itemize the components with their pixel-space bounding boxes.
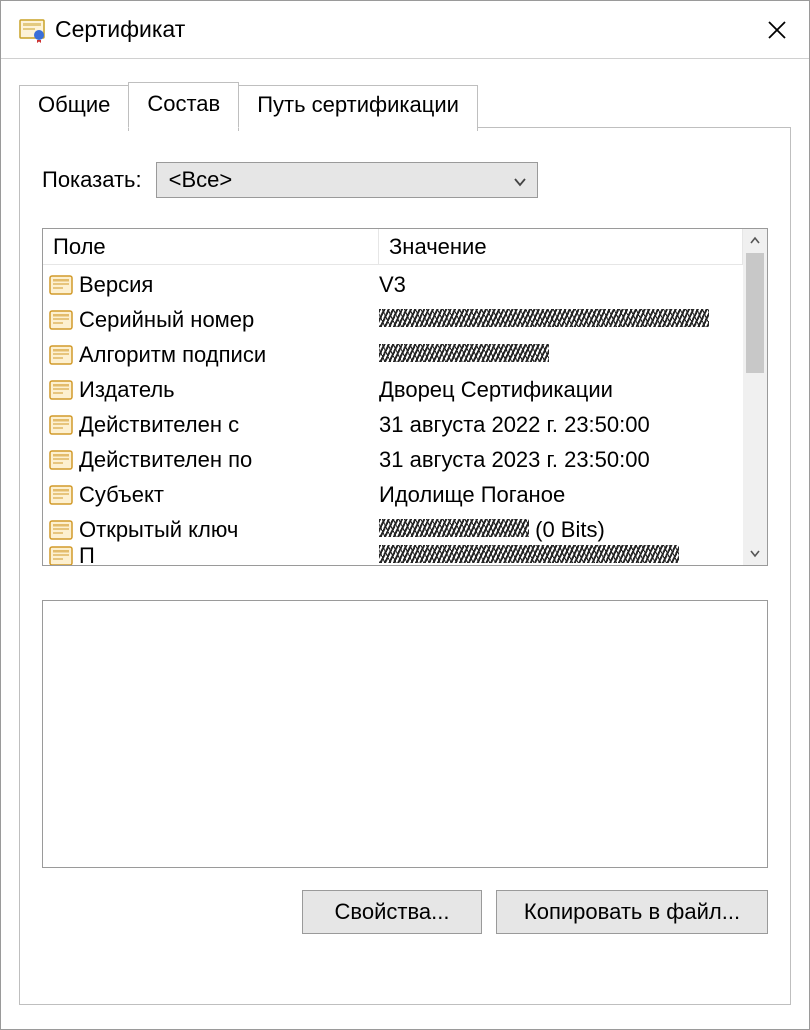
tab-certpath[interactable]: Путь сертификации: [238, 85, 478, 131]
field-icon: [49, 484, 73, 506]
fields-listview: Поле Значение Версия V3 Серийный номер Ал…: [42, 228, 768, 566]
show-filter-row: Показать: <Все>: [42, 162, 768, 198]
field-row[interactable]: Открытый ключ (0 Bits): [43, 512, 743, 547]
field-name-cell: Субъект: [49, 482, 379, 508]
action-buttons: Свойства... Копировать в файл...: [42, 890, 768, 934]
window-title: Сертификат: [55, 16, 749, 43]
redacted-value: [379, 545, 679, 563]
field-icon: [49, 344, 73, 366]
field-row[interactable]: Действителен по 31 августа 2023 г. 23:50:…: [43, 442, 743, 477]
redacted-value: [379, 344, 549, 362]
scroll-down-button[interactable]: [745, 543, 765, 563]
field-name-text: Издатель: [79, 377, 175, 403]
field-row[interactable]: Издатель Дворец Сертификации: [43, 372, 743, 407]
dialog-body: Общие Состав Путь сертификации Показать:…: [1, 59, 809, 1029]
copy-to-file-button[interactable]: Копировать в файл...: [496, 890, 768, 934]
fields-rows: Версия V3 Серийный номер Алгоритм подписи…: [43, 265, 743, 565]
field-row[interactable]: П: [43, 547, 743, 565]
vertical-scrollbar[interactable]: [743, 229, 767, 565]
field-icon: [49, 309, 73, 331]
field-icon: [49, 274, 73, 296]
close-button[interactable]: [749, 7, 805, 53]
field-value-cell: 31 августа 2022 г. 23:50:00: [379, 412, 743, 438]
column-header-value[interactable]: Значение: [379, 229, 743, 265]
tab-details[interactable]: Состав: [128, 82, 239, 128]
field-name-cell: Алгоритм подписи: [49, 342, 379, 368]
tab-general[interactable]: Общие: [19, 85, 129, 131]
field-value-cell: Дворец Сертификации: [379, 377, 743, 403]
field-row[interactable]: Действителен с 31 августа 2022 г. 23:50:0…: [43, 407, 743, 442]
column-header-field[interactable]: Поле: [43, 229, 379, 265]
field-row[interactable]: Серийный номер: [43, 302, 743, 337]
fields-content: Поле Значение Версия V3 Серийный номер Ал…: [43, 229, 743, 565]
field-name-text: Открытый ключ: [79, 517, 238, 543]
tab-panel-details: Показать: <Все> Поле Значение Версия V3: [19, 127, 791, 1005]
field-name-cell: Открытый ключ: [49, 517, 379, 543]
field-name-cell: Версия: [49, 272, 379, 298]
scroll-up-button[interactable]: [745, 231, 765, 251]
field-value-suffix: (0 Bits): [529, 517, 605, 542]
show-label: Показать:: [42, 167, 142, 193]
field-name-text: Алгоритм подписи: [79, 342, 266, 368]
close-icon: [767, 20, 787, 40]
field-value-cell: 31 августа 2023 г. 23:50:00: [379, 447, 743, 473]
titlebar: Сертификат: [1, 1, 809, 59]
field-value-cell: (0 Bits): [379, 517, 743, 543]
field-detail-textarea[interactable]: [42, 600, 768, 868]
field-icon: [49, 379, 73, 401]
field-row[interactable]: Алгоритм подписи: [43, 337, 743, 372]
field-name-text: Субъект: [79, 482, 164, 508]
certificate-dialog: Сертификат Общие Состав Путь сертификаци…: [0, 0, 810, 1030]
field-value-cell: Идолище Поганое: [379, 482, 743, 508]
combo-selected-text: <Все>: [169, 167, 233, 193]
field-icon: [49, 414, 73, 436]
field-value-cell: [379, 342, 743, 368]
field-name-text: П: [79, 543, 95, 565]
field-row[interactable]: Версия V3: [43, 267, 743, 302]
field-name-cell: П: [49, 543, 379, 565]
field-row[interactable]: Субъект Идолище Поганое: [43, 477, 743, 512]
field-value-cell: [379, 307, 743, 333]
field-name-cell: Действителен с: [49, 412, 379, 438]
certificate-icon: [19, 17, 45, 43]
field-name-text: Версия: [79, 272, 153, 298]
field-name-text: Серийный номер: [79, 307, 254, 333]
field-icon: [49, 449, 73, 471]
field-name-cell: Серийный номер: [49, 307, 379, 333]
field-icon: [49, 519, 73, 541]
scroll-thumb[interactable]: [746, 253, 764, 373]
redacted-value: [379, 519, 529, 537]
properties-button[interactable]: Свойства...: [302, 890, 482, 934]
redacted-value: [379, 309, 709, 327]
field-name-text: Действителен по: [79, 447, 252, 473]
field-name-text: Действителен с: [79, 412, 239, 438]
show-filter-combo[interactable]: <Все>: [156, 162, 538, 198]
field-name-cell: Издатель: [49, 377, 379, 403]
chevron-down-icon: [513, 167, 527, 193]
field-value-cell: [379, 543, 743, 565]
field-icon: [49, 545, 73, 565]
tab-strip: Общие Состав Путь сертификации: [19, 81, 791, 127]
field-value-cell: V3: [379, 272, 743, 298]
field-name-cell: Действителен по: [49, 447, 379, 473]
fields-header: Поле Значение: [43, 229, 743, 265]
